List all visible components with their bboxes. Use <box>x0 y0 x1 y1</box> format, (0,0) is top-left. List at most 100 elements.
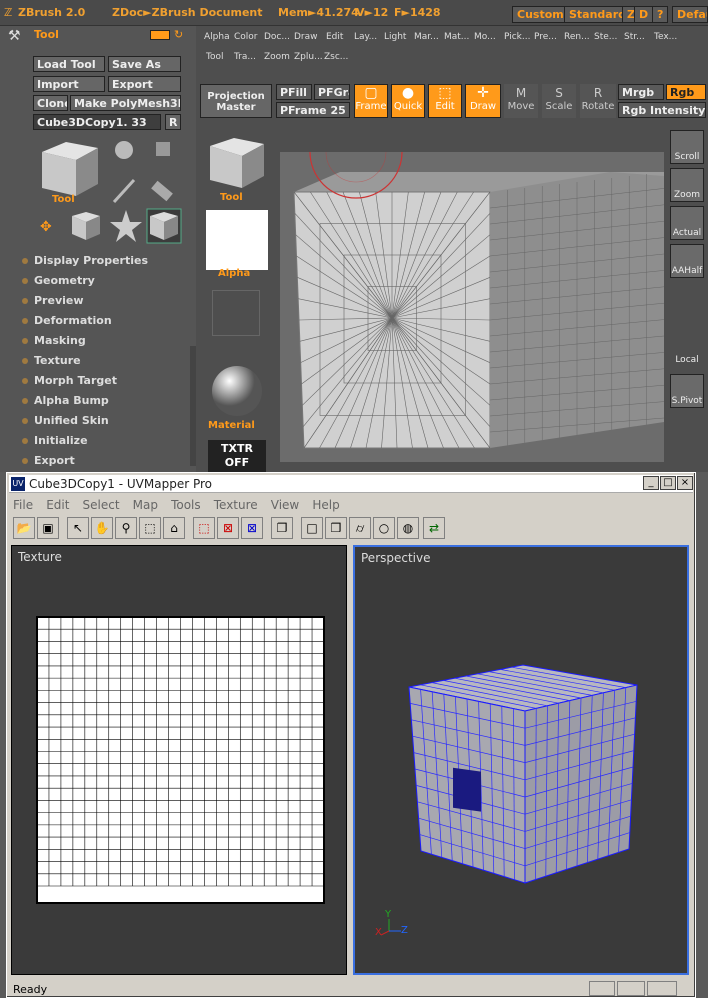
palette-dropdown-icon[interactable] <box>150 30 170 40</box>
menu-draw[interactable]: Draw <box>294 32 318 42</box>
scale-button[interactable]: S Scale <box>542 84 576 118</box>
section-morph-target[interactable]: Morph Target <box>22 374 117 387</box>
section-unified-skin[interactable]: Unified Skin <box>22 414 109 427</box>
texture-pane[interactable]: Texture <box>11 545 347 975</box>
palette-scrollbar[interactable] <box>190 346 196 466</box>
section-export[interactable]: Export <box>22 454 75 467</box>
menu-preferences[interactable]: Pre... <box>534 32 557 42</box>
local-button[interactable]: Local <box>670 334 704 368</box>
menu-map[interactable]: Map <box>133 498 158 512</box>
make-polymesh-button[interactable]: Make PolyMesh3D <box>70 95 181 111</box>
polymesh-tool-icon[interactable] <box>152 138 176 162</box>
move-button[interactable]: M Move <box>504 84 538 118</box>
refresh-icon[interactable]: ↻ <box>174 28 183 41</box>
cylinder-map-icon[interactable]: ⌭ <box>349 517 371 539</box>
save-icon[interactable]: ▣ <box>37 517 59 539</box>
section-preview[interactable]: Preview <box>22 294 84 307</box>
maximize-button[interactable]: □ <box>660 476 676 490</box>
menu-zoom[interactable]: Zoom <box>264 52 290 62</box>
section-display-properties[interactable]: Display Properties <box>22 254 148 267</box>
quick-button[interactable]: ● Quick <box>391 84 425 118</box>
menu-transform[interactable]: Tra... <box>234 52 256 62</box>
current-tool-field[interactable]: Cube3DCopy1. 33 <box>33 114 161 130</box>
menu-stroke[interactable]: Str... <box>624 32 645 42</box>
pfill-button[interactable]: PFill <box>276 84 312 100</box>
section-deformation[interactable]: Deformation <box>22 314 112 327</box>
menu-render[interactable]: Ren... <box>564 32 590 42</box>
shelf-cube-thumbnail[interactable] <box>206 132 268 192</box>
pfgra-button[interactable]: PFGra <box>314 84 350 100</box>
selected-cube-icon[interactable] <box>146 208 182 244</box>
polar-map-icon[interactable]: ◍ <box>397 517 419 539</box>
menu-view[interactable]: View <box>271 498 299 512</box>
star-tool-icon[interactable] <box>108 208 144 244</box>
menu-zscript[interactable]: Zsc... <box>324 52 348 62</box>
export-button[interactable]: Export <box>108 76 181 92</box>
menu-layer[interactable]: Lay... <box>354 32 377 42</box>
menu-movie[interactable]: Mo... <box>474 32 496 42</box>
magnify-icon[interactable]: ⚲ <box>115 517 137 539</box>
menu-stencil[interactable]: Ste... <box>594 32 617 42</box>
menu-tool[interactable]: Tool <box>206 52 223 62</box>
select-arrow-icon[interactable]: ↖ <box>67 517 89 539</box>
menu-texture-uv[interactable]: Texture <box>214 498 258 512</box>
menu-file[interactable]: File <box>13 498 33 512</box>
r-button[interactable]: R <box>165 114 181 130</box>
small-cube-icon[interactable] <box>68 208 104 244</box>
invert-select-icon[interactable]: ⊠ <box>241 517 263 539</box>
menu-light[interactable]: Light <box>384 32 406 42</box>
mrgb-button[interactable]: Mrgb <box>618 84 664 100</box>
swap-icon[interactable]: ⇄ <box>423 517 445 539</box>
rgb-intensity-slider[interactable]: Rgb Intensity <box>618 102 706 118</box>
save-as-button[interactable]: Save As <box>108 56 181 72</box>
frame-button[interactable]: ▢ Frame <box>354 84 388 118</box>
section-initialize[interactable]: Initialize <box>22 434 88 447</box>
open-icon[interactable]: 📂 <box>13 517 35 539</box>
stroke-thumbnail[interactable] <box>212 290 260 336</box>
section-masking[interactable]: Masking <box>22 334 86 347</box>
pframe-slider[interactable]: PFrame 25 <box>276 102 350 118</box>
alpha-thumbnail[interactable] <box>206 210 268 270</box>
menu-edit-uv[interactable]: Edit <box>46 498 69 512</box>
help-button[interactable]: ? <box>652 6 669 23</box>
actual-button[interactable]: Actual <box>670 206 704 240</box>
hand-pan-icon[interactable]: ✋ <box>91 517 113 539</box>
clone-button[interactable]: Clone <box>33 95 68 111</box>
aahalf-button[interactable]: AAHalf <box>670 244 704 278</box>
menu-select[interactable]: Select <box>83 498 120 512</box>
select-box-red-icon[interactable]: ⬚ <box>193 517 215 539</box>
zbrush-canvas[interactable] <box>280 105 665 462</box>
edit-button[interactable]: ⬚ Edit <box>428 84 462 118</box>
default-button[interactable]: Default <box>672 6 708 23</box>
menu-edit[interactable]: Edit <box>326 32 343 42</box>
import-button[interactable]: Import <box>33 76 105 92</box>
spivot-button[interactable]: S.Pivot <box>670 374 704 408</box>
perspective-pane[interactable]: Perspective Y X Z <box>353 545 689 975</box>
menu-tools[interactable]: Tools <box>171 498 201 512</box>
rgb-button[interactable]: Rgb <box>666 84 706 100</box>
cube-tool-thumbnail[interactable] <box>36 134 102 200</box>
menu-help[interactable]: Help <box>312 498 339 512</box>
zoom-button[interactable]: Zoom <box>670 168 704 202</box>
brush-tool-icon[interactable] <box>110 176 140 206</box>
d-button[interactable]: D <box>634 6 654 23</box>
menu-alpha[interactable]: Alpha <box>204 32 230 42</box>
section-alpha-bump[interactable]: Alpha Bump <box>22 394 109 407</box>
minimize-button[interactable]: _ <box>643 476 659 490</box>
close-button[interactable]: × <box>677 476 693 490</box>
menu-picker[interactable]: Pick... <box>504 32 530 42</box>
menu-material[interactable]: Mat... <box>444 32 469 42</box>
deselect-icon[interactable]: ⊠ <box>217 517 239 539</box>
menu-texture[interactable]: Tex... <box>654 32 677 42</box>
load-tool-button[interactable]: Load Tool <box>33 56 105 72</box>
plane-map-icon[interactable]: □ <box>301 517 323 539</box>
doc-title[interactable]: ZDoc►ZBrush Document <box>112 6 263 19</box>
standard-button[interactable]: Standard <box>564 6 632 23</box>
cylinder-tool-icon[interactable] <box>146 176 176 206</box>
move-tool-icon[interactable]: ✥ <box>40 219 52 235</box>
section-geometry[interactable]: Geometry <box>22 274 95 287</box>
projection-master-button[interactable]: Projection Master <box>200 84 272 118</box>
material-sphere-thumbnail[interactable] <box>210 364 264 418</box>
lasso-select-icon[interactable]: ⌂ <box>163 517 185 539</box>
custom-button[interactable]: Custom <box>512 6 569 23</box>
